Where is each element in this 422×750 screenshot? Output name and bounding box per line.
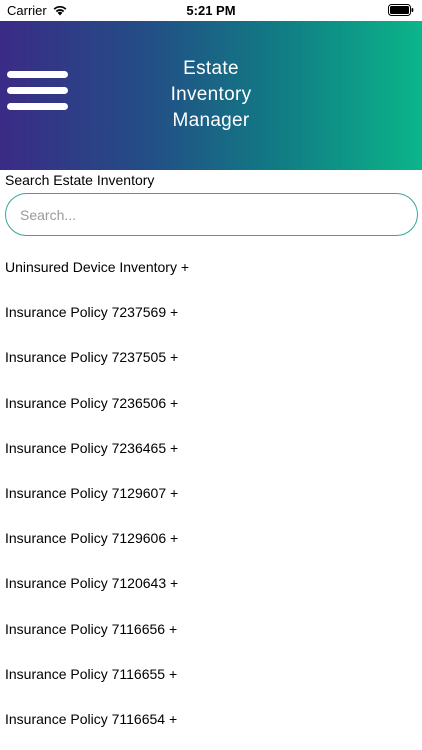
status-bar: Carrier 5:21 PM bbox=[0, 0, 422, 21]
page-title-line: Estate bbox=[183, 58, 239, 79]
search-label: Search Estate Inventory bbox=[5, 172, 155, 188]
inventory-item-policy[interactable]: Insurance Policy 7129607 + bbox=[0, 471, 422, 516]
inventory-item-policy[interactable]: Insurance Policy 7116655 + bbox=[0, 652, 422, 697]
clock-time: 5:21 PM bbox=[186, 3, 236, 18]
page-title-line: Inventory bbox=[170, 84, 252, 105]
inventory-item-uninsured-devices[interactable]: Uninsured Device Inventory + bbox=[0, 245, 422, 290]
inventory-item-policy[interactable]: Insurance Policy 7116654 + bbox=[0, 697, 422, 742]
inventory-item-policy[interactable]: Insurance Policy 7116656 + bbox=[0, 607, 422, 652]
inventory-item-policy[interactable]: Insurance Policy 7129606 + bbox=[0, 516, 422, 561]
search-input[interactable] bbox=[5, 193, 418, 236]
app-header: Estate Inventory Manager bbox=[0, 21, 422, 170]
battery-icon bbox=[388, 4, 414, 16]
menu-bar-middle bbox=[7, 87, 68, 94]
inventory-list: Uninsured Device Inventory + Insurance P… bbox=[0, 245, 422, 742]
inventory-item-policy[interactable]: Insurance Policy 7236465 + bbox=[0, 426, 422, 471]
inventory-item-policy[interactable]: Insurance Policy 7236506 + bbox=[0, 381, 422, 426]
menu-bar-bottom bbox=[7, 103, 68, 110]
menu-bar-top bbox=[7, 71, 68, 78]
inventory-item-policy[interactable]: Insurance Policy 7120643 + bbox=[0, 561, 422, 606]
page-title: Estate Inventory Manager bbox=[150, 56, 272, 134]
page-title-line: Manager bbox=[172, 110, 250, 131]
inventory-item-policy[interactable]: Insurance Policy 7237505 + bbox=[0, 335, 422, 380]
hamburger-menu-icon[interactable] bbox=[7, 71, 68, 111]
inventory-item-policy[interactable]: Insurance Policy 7237569 + bbox=[0, 290, 422, 335]
